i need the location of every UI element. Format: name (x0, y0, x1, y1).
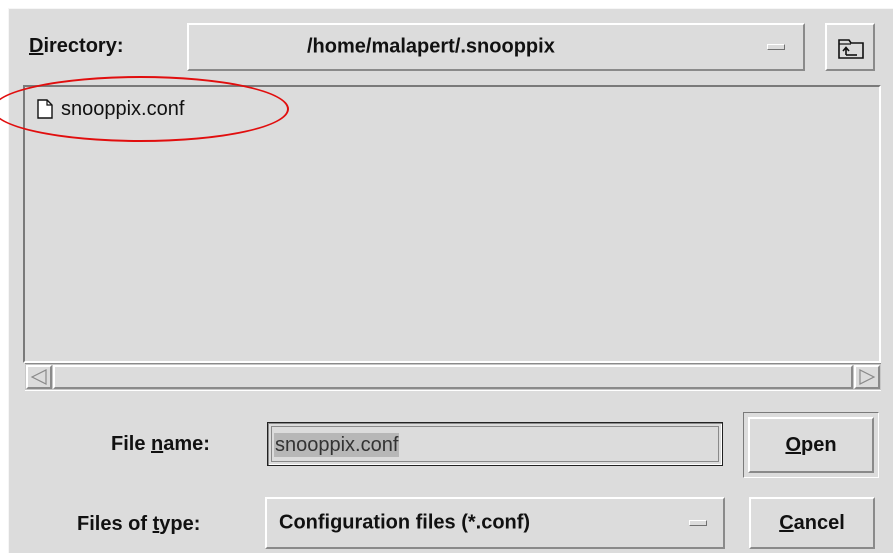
file-name-input[interactable]: snooppix.conf (267, 422, 723, 466)
file-name-value: snooppix.conf (274, 433, 400, 457)
folder-up-icon (838, 39, 864, 59)
directory-label-suffix: irectory: (43, 35, 124, 57)
file-type-label-suffix: ype: (159, 513, 201, 535)
scroll-right-button[interactable] (854, 365, 880, 389)
file-chooser-dialog: Directory: /home/malapert/.snooppix snoo… (8, 8, 893, 553)
file-type-label-prefix: Files of (77, 513, 153, 535)
horizontal-scrollbar[interactable] (25, 363, 881, 391)
directory-path: /home/malapert/.snooppix (307, 35, 555, 58)
file-list-item[interactable]: snooppix.conf (37, 95, 184, 123)
open-button-label: pen (801, 433, 837, 456)
scroll-left-button[interactable] (26, 365, 52, 389)
directory-label-mnemonic: D (29, 35, 44, 57)
file-name-label: File name: (111, 433, 210, 456)
arrow-left-icon (30, 369, 47, 385)
cancel-button[interactable]: Cancel (749, 497, 875, 549)
arrow-right-icon (859, 369, 876, 385)
file-type-selected: Configuration files (*.conf) (279, 511, 531, 534)
file-name-label-mnemonic: n (151, 433, 164, 455)
scroll-thumb[interactable] (53, 365, 853, 389)
document-icon (37, 99, 53, 119)
cancel-button-mnemonic: C (779, 511, 794, 534)
file-name-label-prefix: File (111, 433, 152, 455)
cancel-button-label: ancel (793, 511, 845, 534)
file-list[interactable]: snooppix.conf (23, 85, 881, 363)
file-item-name: snooppix.conf (61, 97, 185, 120)
dropdown-indicator-icon (767, 44, 785, 50)
open-button-default-frame: Open (743, 412, 879, 478)
dropdown-indicator-icon (689, 520, 707, 526)
open-button-mnemonic: O (785, 433, 801, 456)
directory-label: Directory: (29, 35, 123, 58)
up-directory-button[interactable] (825, 23, 875, 71)
file-type-combo[interactable]: Configuration files (*.conf) (265, 497, 725, 549)
open-button[interactable]: Open (748, 417, 874, 473)
file-name-label-suffix: ame: (163, 433, 210, 455)
file-type-label: Files of type: (77, 513, 200, 536)
directory-combo[interactable]: /home/malapert/.snooppix (187, 23, 805, 71)
